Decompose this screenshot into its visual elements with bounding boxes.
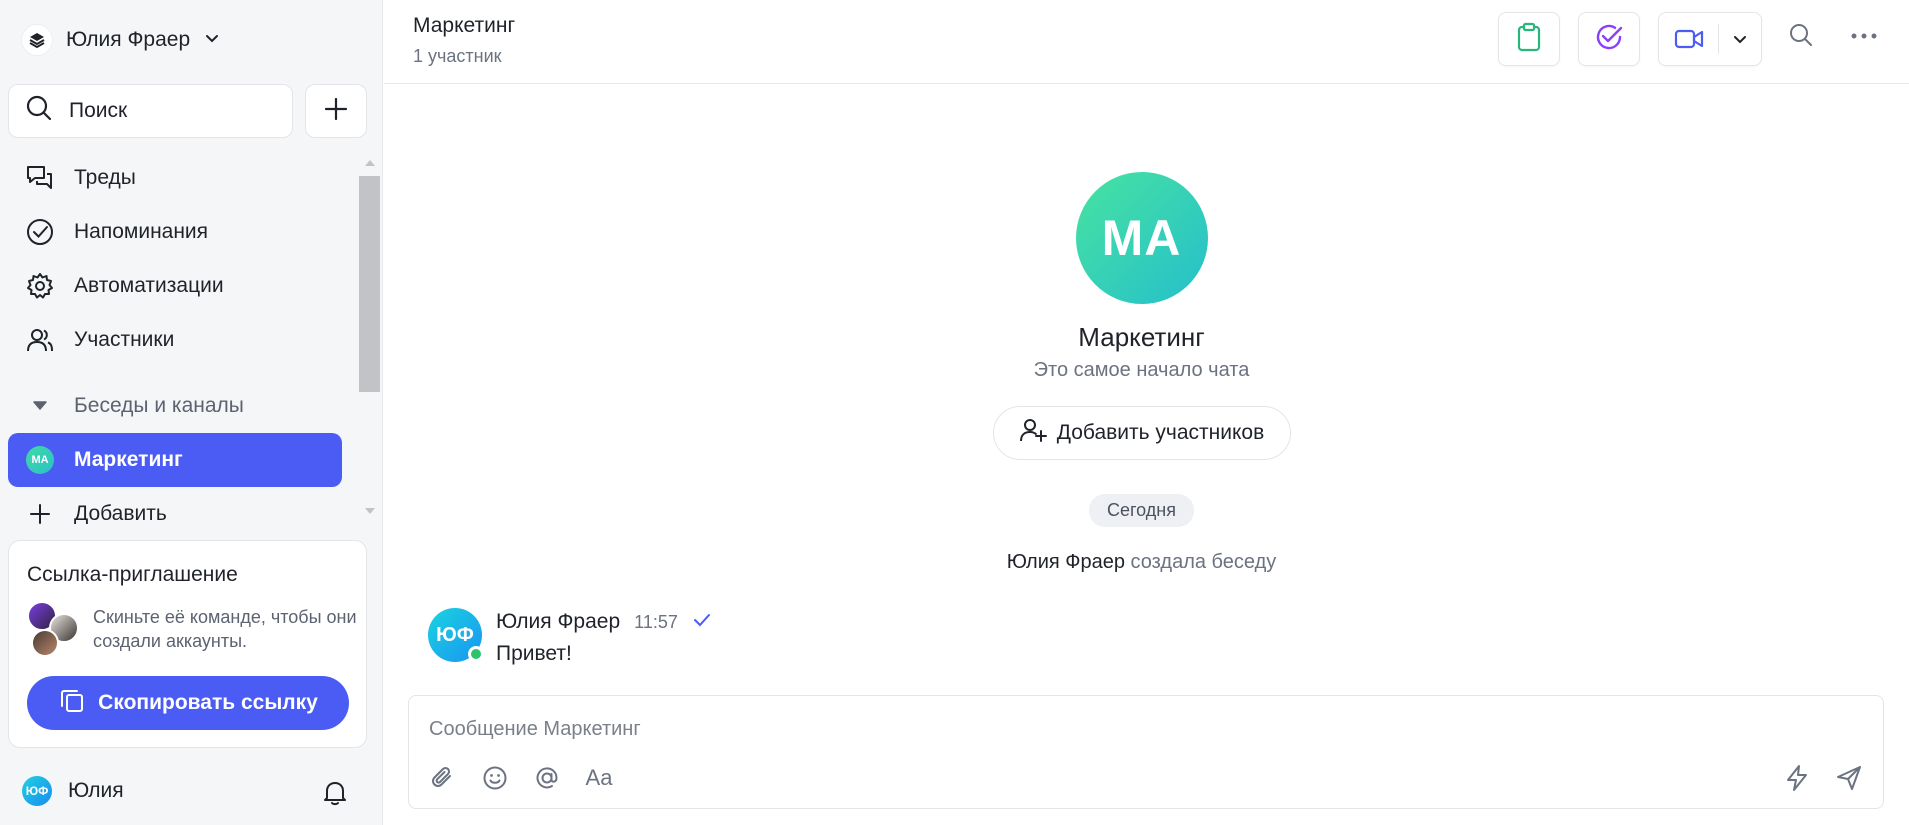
chat-avatar: MA: [1075, 172, 1208, 304]
chevron-down-icon: [204, 30, 220, 51]
sidebar-item-label: Маркетинг: [74, 448, 183, 471]
search-icon[interactable]: [1788, 22, 1814, 53]
clipboard-icon: [1516, 22, 1542, 57]
chat-intro-subtitle: Это самое начало чата: [1033, 359, 1250, 381]
avatar: [31, 629, 59, 657]
gear-icon: [24, 270, 56, 302]
invite-description: Скиньте её команде, чтобы они создали ак…: [93, 607, 357, 651]
message-item: ЮФ Юлия Фраер 11:57 Привет!: [428, 608, 712, 666]
more-icon[interactable]: [1850, 28, 1878, 46]
mention-icon[interactable]: [531, 762, 563, 794]
sidebar-scrollbar[interactable]: [359, 160, 381, 520]
composer-tools: Aa: [427, 762, 615, 794]
channel-avatar: MA: [26, 446, 54, 474]
check-circle-icon: [24, 216, 56, 248]
section-toggle-chats[interactable]: Беседы и каналы: [8, 379, 358, 433]
avatar-initials: ЮФ: [436, 623, 474, 646]
plus-icon: [323, 96, 349, 127]
copy-icon: [58, 686, 86, 720]
scroll-up-arrow-icon[interactable]: [365, 160, 375, 166]
check-circle-icon: [1594, 22, 1624, 57]
sidebar-item-threads[interactable]: Треды: [8, 151, 358, 205]
lightning-icon[interactable]: [1781, 762, 1813, 794]
sidebar-item-label: Участники: [74, 328, 175, 351]
message-composer: Aa: [408, 695, 1884, 809]
sidebar-item-add[interactable]: Добавить: [8, 487, 358, 524]
composer-actions: [1781, 762, 1865, 794]
search-icon: [25, 94, 53, 128]
sidebar-item-label: Добавить: [74, 502, 167, 524]
system-message-text: создала беседу: [1130, 551, 1277, 573]
current-user[interactable]: ЮФ Юлия: [22, 776, 124, 806]
invite-card: Ссылка-приглашение Скиньте её команде, ч…: [8, 540, 367, 748]
online-status-dot: [468, 646, 484, 662]
date-divider: Сегодня: [1089, 494, 1194, 527]
workspace-name: Юлия Фраер: [66, 28, 191, 51]
sidebar-item-label: Треды: [74, 166, 136, 189]
message-author[interactable]: Юлия Фраер: [496, 610, 620, 634]
sidebar-item-label: Напоминания: [74, 220, 209, 243]
chat-header: Маркетинг 1 участник: [384, 0, 1909, 84]
chat-intro-title: Маркетинг: [1078, 322, 1205, 352]
copy-link-button[interactable]: Скопировать ссылку: [27, 676, 349, 730]
create-button[interactable]: [305, 84, 367, 138]
video-call-button[interactable]: [1658, 12, 1762, 66]
message-input[interactable]: [429, 718, 1729, 741]
video-camera-icon[interactable]: [1659, 28, 1718, 50]
add-members-label: Добавить участников: [1056, 421, 1265, 444]
caret-down-icon: [24, 390, 56, 422]
send-icon[interactable]: [1833, 762, 1865, 794]
scroll-down-arrow-icon[interactable]: [365, 508, 375, 514]
bell-icon[interactable]: [320, 777, 350, 812]
sidebar-item-automations[interactable]: Автоматизации: [8, 259, 358, 313]
system-message: Юлия Фраер создала беседу: [384, 551, 1899, 574]
tasks-button[interactable]: [1578, 12, 1640, 66]
workspace-switcher[interactable]: Юлия Фраер: [22, 22, 220, 58]
add-members-button[interactable]: Добавить участников: [992, 406, 1291, 460]
chat-title[interactable]: Маркетинг: [413, 14, 515, 38]
sidebar-nav: Треды Напоминания Автоматизации Участник…: [8, 151, 358, 524]
avatar[interactable]: ЮФ: [428, 608, 484, 662]
sidebar-item-members[interactable]: Участники: [8, 313, 358, 367]
channel-avatar-wrap: MA: [24, 444, 56, 476]
search-label: Поиск: [69, 99, 128, 122]
chat-members-count[interactable]: 1 участник: [413, 46, 502, 67]
search-button[interactable]: Поиск: [8, 84, 293, 138]
sidebar-item-reminders[interactable]: Напоминания: [8, 205, 358, 259]
clipboard-button[interactable]: [1498, 12, 1560, 66]
invite-title: Ссылка-приглашение: [27, 563, 238, 586]
message-body: Юлия Фраер 11:57 Привет!: [496, 608, 712, 666]
message-header: Юлия Фраер 11:57: [496, 610, 712, 634]
users-icon: [24, 324, 56, 356]
section-label: Беседы и каналы: [74, 394, 244, 417]
workspace-logo-icon: [22, 25, 52, 55]
message-text: Привет!: [496, 642, 572, 665]
sidebar: Юлия Фраер Поиск Треды Напоминания Автом…: [0, 0, 383, 825]
avatar: ЮФ: [22, 776, 52, 806]
sidebar-item-channel[interactable]: MA Маркетинг: [8, 433, 342, 487]
chevron-down-icon[interactable]: [1719, 31, 1761, 47]
invite-avatars: [27, 601, 79, 657]
plus-icon: [24, 498, 56, 524]
text-format-button[interactable]: Aa: [583, 762, 615, 794]
scrollbar-thumb[interactable]: [359, 176, 380, 392]
emoji-icon[interactable]: [479, 762, 511, 794]
threads-icon: [24, 162, 56, 194]
system-message-author[interactable]: Юлия Фраер: [1007, 551, 1125, 573]
attach-icon[interactable]: [427, 762, 459, 794]
user-name: Юлия: [68, 779, 124, 802]
read-check-icon: [692, 612, 712, 633]
sidebar-item-label: Автоматизации: [74, 274, 224, 297]
add-user-icon: [1019, 416, 1047, 450]
chat-intro: MA Маркетинг Это самое начало чата Добав…: [384, 172, 1899, 574]
message-time: 11:57: [634, 611, 678, 632]
chat-pane: Маркетинг 1 участник MA Маркетинг Это са…: [384, 0, 1909, 825]
copy-link-label: Скопировать ссылку: [98, 691, 318, 714]
